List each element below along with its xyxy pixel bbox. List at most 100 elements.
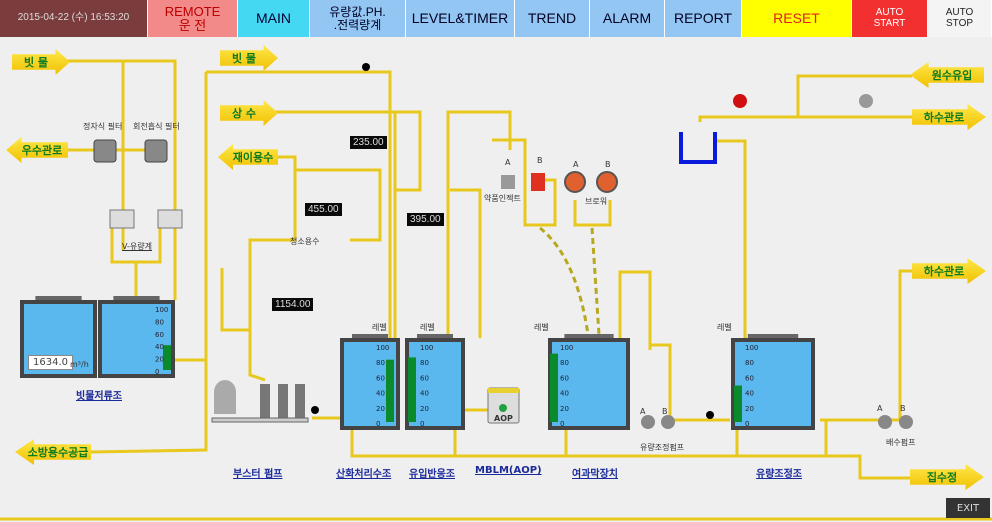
scale-tick-label: 40 [420, 390, 429, 398]
scale-tick-label: 20 [745, 405, 754, 413]
flowmeter-box-icon [109, 209, 135, 229]
tank-lid [113, 296, 160, 300]
tank-level-bar [163, 345, 171, 370]
scale-tick-label: 0 [560, 420, 564, 428]
pump-a-label: A [640, 407, 646, 416]
flow-adjust-pump-label: 유량조정펌프 [640, 443, 685, 452]
filter1-label: 정자식 필터 [83, 122, 123, 131]
flowmeter-display-4: 1154.00 [272, 298, 314, 311]
tank-lid [352, 334, 388, 338]
scale-tick-label: 40 [745, 390, 754, 398]
pump-a-label: A [505, 158, 511, 167]
link-booster-pump[interactable]: 부스터 펌프 [233, 465, 282, 480]
check-point-icon [311, 406, 319, 414]
process-diagram: 100 80 60 40 20 0 100 80 60 40 20 0 100 80 60 40 20 0 100 8… [0, 59, 992, 521]
tank-water [552, 342, 626, 426]
scale-tick-label: 40 [155, 343, 164, 351]
pump-b-label: B [662, 407, 668, 416]
pump-icon [641, 415, 655, 429]
scale-tick-label: 0 [745, 420, 749, 428]
blowers [501, 94, 873, 193]
pump-icon [295, 384, 305, 418]
pump-b-label: B [900, 404, 906, 413]
tank-lid [564, 334, 614, 338]
pipe [715, 139, 747, 340]
scale-tick-label: 40 [376, 390, 385, 398]
scale-tick-label: 60 [420, 374, 429, 382]
tank-lid [747, 334, 799, 338]
tank-level-bar [386, 359, 394, 422]
tank-lid [417, 334, 453, 338]
scale-tick-label: 20 [560, 405, 569, 413]
filter-icon [93, 139, 117, 163]
chem-pump-b-icon [531, 173, 545, 191]
link-inflow-reactor[interactable]: 유입반응조 [409, 465, 455, 480]
basin-opening [683, 130, 713, 138]
pipe [220, 268, 250, 332]
motor-valve-icon [733, 94, 747, 108]
scale-tick-label: 20 [376, 405, 385, 413]
inflow-basin [679, 132, 717, 164]
pump-icon [661, 415, 675, 429]
v-flowmeter-label: V-유량계 [122, 242, 152, 251]
level-label: 레벨 [420, 323, 435, 332]
flowmeter-box-icon [157, 209, 183, 229]
pipe [395, 110, 422, 192]
scale-tick-label: 20 [420, 405, 429, 413]
pump-base [211, 417, 309, 423]
scale-tick-label: 100 [560, 344, 573, 352]
link-oxidation-tank[interactable]: 산화처리수조 [336, 465, 391, 480]
scale-tick-label: 80 [560, 359, 569, 367]
drain-pump-label: 배수펌프 [886, 438, 916, 447]
link-membrane[interactable]: 여과막장치 [572, 465, 618, 480]
scale-tick-label: 100 [376, 344, 389, 352]
tank-water [735, 342, 811, 426]
tank-water [409, 342, 461, 426]
filter-icon [144, 139, 168, 163]
scale-tick-label: 20 [155, 356, 164, 364]
pump-a-label: A [877, 404, 883, 413]
storage-volume-value: 1634.0 [28, 355, 73, 370]
link-rain-storage[interactable]: 빗물저류조 [76, 387, 122, 402]
pressure-tank-icon [214, 392, 236, 414]
scale-tick-label: 0 [420, 420, 424, 428]
pump-icon [260, 384, 270, 418]
scale-tick-label: 80 [376, 359, 385, 367]
scale-tick-label: 80 [420, 359, 429, 367]
aop-status-light [499, 404, 507, 412]
pump-icon [278, 384, 288, 418]
blower-label: 브로워 [585, 197, 608, 206]
link-mblm[interactable]: MBLM(AOP) [475, 465, 542, 476]
aop-label: AOP [494, 414, 513, 423]
pump-b-label: B [537, 156, 543, 165]
flowmeter-display-2: 455.00 [305, 203, 342, 216]
scale-tick-label: 60 [155, 331, 164, 339]
cleaning-water-label: 청소용수 [290, 237, 320, 246]
pipe [698, 115, 912, 122]
scale-tick-label: 40 [560, 390, 569, 398]
chem-pump-label: 약품인젝트 [484, 194, 521, 203]
level-label: 레벨 [534, 323, 549, 332]
check-point-icon [362, 63, 370, 71]
check-point-icon [706, 411, 714, 419]
scale-tick-label: 100 [745, 344, 758, 352]
pipe [65, 59, 177, 300]
blower-a-label: A [573, 160, 579, 169]
exit-button[interactable]: EXIT [946, 498, 990, 518]
motor-valve-icon [859, 94, 873, 108]
scale-tick-label: 60 [560, 374, 569, 382]
blower-icon [596, 171, 618, 193]
pump-icon [899, 415, 913, 429]
link-flow-adjust-tank[interactable]: 유량조정조 [756, 465, 802, 480]
scale-tick-label: 60 [745, 374, 754, 382]
chem-pump-a-icon [501, 175, 515, 189]
pipe [898, 269, 912, 350]
filter2-label: 회전흡식 필터 [133, 122, 180, 131]
pump-icon [878, 415, 892, 429]
tank-level-bar [550, 353, 558, 422]
pipe [450, 188, 482, 338]
pipe [248, 155, 297, 382]
blower-b-label: B [605, 160, 611, 169]
tank-lid [35, 296, 82, 300]
air-lines [539, 226, 602, 351]
